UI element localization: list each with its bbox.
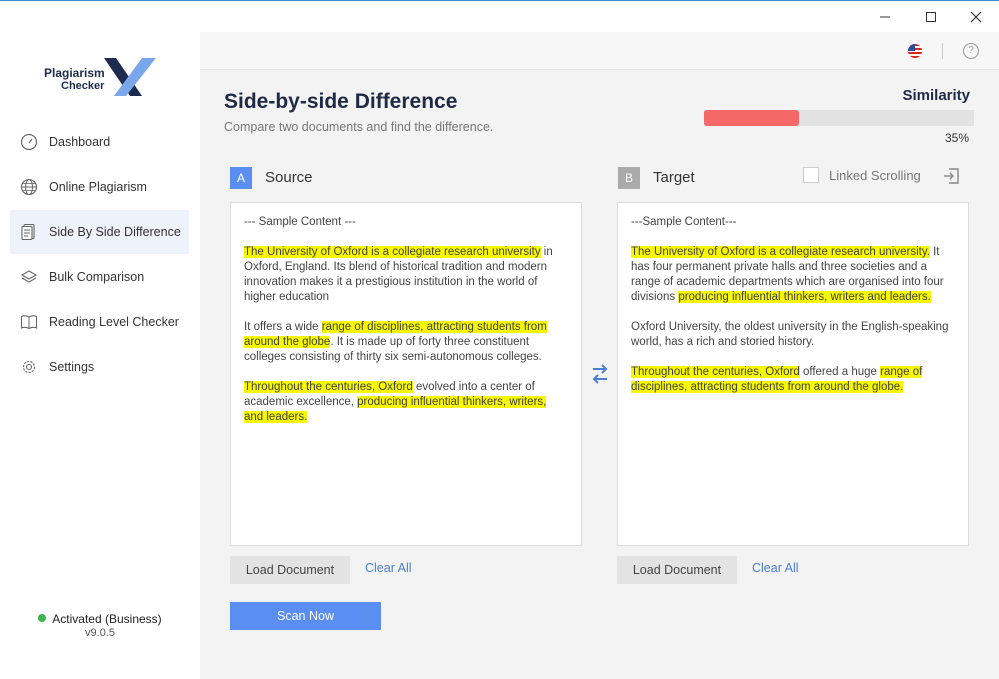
linked-scrolling-label: Linked Scrolling — [829, 167, 921, 183]
page-subtitle: Compare two documents and find the diffe… — [224, 120, 494, 134]
paragraph: The University of Oxford is a collegiate… — [244, 245, 568, 305]
activation-status: Activated (Business) — [0, 612, 200, 626]
target-clear-all-link[interactable]: Clear All — [752, 561, 799, 575]
logo-x-icon — [104, 58, 156, 96]
layers-icon — [19, 267, 39, 287]
target-load-document-button[interactable]: Load Document — [617, 556, 737, 584]
similarity-percent: 35% — [944, 131, 969, 145]
checkbox[interactable] — [803, 167, 819, 183]
highlighted-text: Throughout the centuries, Oxford — [631, 366, 800, 378]
target-text-area[interactable]: ---Sample Content--- The University of Ox… — [617, 202, 969, 546]
sidebar-item-label: Bulk Comparison — [49, 270, 145, 284]
gauge-icon — [19, 132, 39, 152]
highlighted-text: The University of Oxford is a collegiate… — [244, 246, 541, 258]
similarity-bar — [704, 110, 974, 126]
source-load-document-button[interactable]: Load Document — [230, 556, 350, 584]
paragraph: Throughout the centuries, Oxford offered… — [631, 365, 955, 395]
source-text-area[interactable]: --- Sample Content --- The University of … — [230, 202, 582, 546]
text-segment: --- Sample Content --- — [244, 216, 356, 228]
app-version: v9.0.5 — [85, 627, 115, 639]
highlighted-text: producing influential thinkers, writers … — [678, 291, 931, 303]
minimize-icon[interactable] — [862, 1, 908, 33]
target-label: Target — [653, 169, 695, 186]
sidebar: Plagiarism Checker Dashboard Online Plag… — [0, 32, 200, 679]
sidebar-item-dashboard[interactable]: Dashboard — [10, 120, 189, 164]
sidebar-item-label: Dashboard — [49, 135, 111, 149]
highlighted-text: Throughout the centuries, Oxford — [244, 381, 413, 393]
highlighted-text: The University of Oxford is a collegiate… — [631, 246, 930, 258]
export-icon[interactable] — [941, 166, 961, 186]
source-label: Source — [265, 169, 313, 186]
sidebar-item-label: Side By Side Difference — [49, 225, 181, 239]
sidebar-item-online-plagiarism[interactable]: Online Plagiarism — [10, 165, 189, 209]
paragraph: ---Sample Content--- — [631, 215, 955, 230]
source-clear-all-link[interactable]: Clear All — [365, 561, 412, 575]
text-segment: Oxford University, the oldest university… — [631, 321, 949, 348]
paragraph: Oxford University, the oldest university… — [631, 320, 955, 350]
sidebar-item-label: Settings — [49, 360, 95, 374]
paragraph: It offers a wide range of disciplines, a… — [244, 320, 568, 365]
sidebar-item-side-by-side-difference[interactable]: Side By Side Difference — [10, 210, 189, 254]
text-segment: offered a huge — [799, 366, 881, 378]
gear-icon — [19, 357, 39, 377]
logo-line-2: Checker — [61, 80, 105, 92]
scan-now-button[interactable]: Scan Now — [230, 602, 381, 630]
sidebar-item-label: Online Plagiarism — [49, 180, 147, 194]
app-logo: Plagiarism Checker — [40, 54, 160, 98]
maximize-icon[interactable] — [908, 1, 954, 33]
close-icon[interactable] — [953, 1, 999, 33]
text-segment: ---Sample Content--- — [631, 216, 737, 228]
text-segment: It offers a wide — [244, 321, 322, 333]
paragraph: --- Sample Content --- — [244, 215, 568, 230]
globe-icon — [19, 177, 39, 197]
document-icon — [19, 222, 39, 242]
similarity-bar-fill — [704, 110, 799, 126]
paragraph: The University of Oxford is a collegiate… — [631, 245, 955, 305]
target-badge: B — [618, 167, 640, 189]
sidebar-item-label: Reading Level Checker — [49, 315, 179, 329]
paragraph: Throughout the centuries, Oxford evolved… — [244, 380, 568, 425]
divider — [942, 43, 943, 59]
page-title: Side-by-side Difference — [224, 90, 458, 113]
activation-text: Activated (Business) — [52, 612, 162, 626]
linked-scrolling-checkbox[interactable]: Linked Scrolling — [803, 167, 921, 183]
swap-icon[interactable] — [590, 362, 610, 386]
sidebar-item-reading-level-checker[interactable]: Reading Level Checker — [10, 300, 189, 344]
source-badge: A — [230, 167, 252, 189]
sidebar-item-bulk-comparison[interactable]: Bulk Comparison — [10, 255, 189, 299]
us-flag-icon[interactable] — [908, 44, 922, 58]
title-bar — [0, 0, 999, 32]
top-bar: ? — [200, 32, 999, 70]
logo-line-1: Plagiarism — [44, 66, 105, 80]
sidebar-item-settings[interactable]: Settings — [10, 345, 189, 389]
similarity-label: Similarity — [902, 87, 970, 104]
status-dot-icon — [38, 614, 47, 622]
book-icon — [19, 312, 39, 332]
help-icon[interactable]: ? — [963, 43, 979, 59]
